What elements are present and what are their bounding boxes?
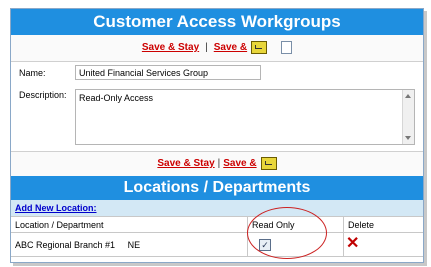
description-label: Description: — [19, 90, 67, 100]
save-stay-link[interactable]: Save & Stay — [142, 42, 199, 53]
table-row: ABC Regional Branch #1 NE ✓ ✕ — [11, 233, 423, 257]
location-state: NE — [127, 240, 141, 250]
folder-up-icon-2[interactable] — [260, 156, 277, 170]
workgroup-panel: Customer Access Workgroups Save & Stay | S… — [10, 8, 424, 263]
locations-title: Locations / Departments — [11, 176, 423, 200]
top-action-bar: Save & Stay | Save & — [11, 35, 423, 62]
separator: | — [205, 42, 208, 53]
name-field[interactable]: United Financial Services Group — [75, 65, 261, 80]
location-cell: ABC Regional Branch #1 NE — [11, 233, 247, 256]
red-circle-annotation — [247, 207, 327, 259]
save-stay-link-2[interactable]: Save & Stay — [157, 158, 214, 169]
page-title: Customer Access Workgroups — [11, 9, 423, 35]
description-field[interactable]: Read-Only Access — [75, 89, 415, 145]
new-document-icon[interactable] — [281, 40, 293, 54]
save-and-link[interactable]: Save & — [214, 42, 247, 53]
add-location-row: Add New Location: — [11, 200, 423, 216]
mid-action-bar: Save & Stay | Save & — [11, 151, 423, 177]
folder-up-icon[interactable] — [251, 40, 268, 54]
delete-x-icon[interactable]: ✕ — [346, 236, 359, 252]
location-name: ABC Regional Branch #1 — [15, 240, 116, 250]
description-text: Read-Only Access — [79, 93, 154, 103]
name-label: Name: — [19, 68, 46, 78]
scroll-down-icon[interactable] — [405, 136, 411, 140]
save-and-link-2[interactable]: Save & — [223, 158, 256, 169]
scroll-up-icon[interactable] — [405, 94, 411, 98]
col-delete: Delete — [343, 217, 423, 232]
col-location: Location / Department — [15, 220, 104, 230]
separator-2: | — [217, 158, 221, 169]
add-location-link[interactable]: Add New Location: — [15, 203, 97, 213]
description-scrollbar[interactable] — [402, 90, 414, 144]
table-header: Location / Department Read Only Delete — [11, 216, 423, 233]
